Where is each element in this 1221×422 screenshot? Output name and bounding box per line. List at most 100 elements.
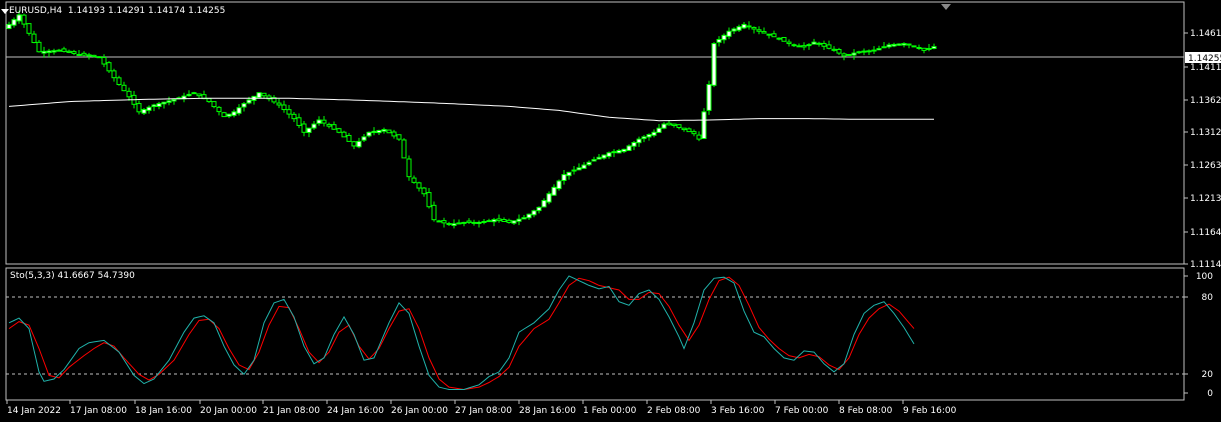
- bull-candle: [596, 156, 602, 160]
- bear-candle: [841, 53, 847, 57]
- symbol-timeframe: EURUSD,H4: [9, 6, 63, 16]
- bull-candle: [611, 151, 617, 154]
- bear-candle: [126, 90, 132, 98]
- bull-candle: [741, 23, 747, 29]
- bull-candle: [571, 169, 577, 172]
- dropdown-triangle-icon[interactable]: [1, 9, 9, 14]
- bull-candle: [806, 44, 812, 47]
- bull-candle: [581, 164, 587, 169]
- bull-candle: [701, 111, 707, 140]
- bull-candle: [41, 50, 47, 54]
- price-tick-label: 1.14110: [1190, 63, 1221, 73]
- bear-candle: [421, 187, 427, 195]
- bear-candle: [61, 48, 67, 52]
- bull-candle: [536, 206, 542, 212]
- bull-candle: [891, 43, 897, 47]
- time-tick-label: 8 Feb 08:00: [839, 406, 893, 416]
- bull-candle: [931, 46, 937, 49]
- bear-candle: [96, 56, 102, 59]
- bear-candle: [216, 106, 222, 113]
- stoch-tick-label: 0: [1207, 389, 1213, 399]
- bull-candle: [576, 167, 582, 171]
- bull-candle: [731, 28, 737, 32]
- bear-candle: [681, 127, 687, 131]
- bull-candle: [511, 220, 517, 224]
- bear-candle: [416, 182, 422, 189]
- bear-candle: [321, 119, 327, 124]
- time-tick-label: 26 Jan 00:00: [391, 406, 448, 416]
- bear-candle: [916, 46, 922, 49]
- bear-candle: [386, 129, 392, 134]
- bull-candle: [256, 92, 262, 99]
- bull-candle: [46, 50, 52, 54]
- time-tick-label: 14 Jan 2022: [7, 406, 61, 416]
- bull-candle: [616, 149, 622, 154]
- price-tick-label: 1.11140: [1190, 260, 1221, 270]
- bull-candle: [241, 103, 247, 108]
- bear-candle: [301, 123, 307, 133]
- chart-header: EURUSD,H4 1.14193 1.14291 1.14174 1.1425…: [9, 6, 225, 16]
- bull-candle: [521, 217, 527, 220]
- bear-candle: [326, 123, 332, 127]
- bull-candle: [226, 113, 232, 117]
- trading-chart[interactable]: 1.14610 1.14110 1.13620 1.13120 1.12630 1.121…: [0, 0, 1221, 422]
- bull-candle: [846, 53, 852, 56]
- bull-candle: [141, 109, 147, 114]
- bull-candle: [306, 127, 312, 133]
- bear-candle: [111, 70, 117, 79]
- bear-candle: [501, 218, 507, 222]
- bear-candle: [86, 54, 92, 57]
- bear-candle: [276, 102, 282, 106]
- bear-candle: [281, 104, 287, 111]
- bull-candle: [901, 43, 907, 46]
- bull-candle: [376, 129, 382, 134]
- bear-candle: [206, 98, 212, 103]
- bull-candle: [661, 123, 667, 129]
- bull-candle: [6, 23, 12, 30]
- time-tick-label: 20 Jan 00:00: [200, 406, 257, 416]
- bear-candle: [666, 122, 672, 126]
- bear-candle: [746, 25, 752, 28]
- bear-candle: [496, 218, 502, 222]
- bull-candle: [591, 159, 597, 162]
- bear-candle: [686, 128, 692, 133]
- bull-candle: [236, 107, 242, 114]
- bull-candle: [551, 186, 557, 196]
- bear-candle: [816, 42, 822, 45]
- bear-candle: [921, 47, 927, 51]
- bear-candle: [346, 134, 352, 142]
- bull-candle: [151, 104, 157, 108]
- bull-candle: [76, 53, 82, 56]
- bear-candle: [396, 134, 402, 140]
- time-tick-label: 18 Jan 16:00: [135, 406, 192, 416]
- stochastic-header: Sto(5,3,3) 41.6667 54.7390: [10, 271, 135, 281]
- bear-candle: [776, 37, 782, 40]
- bull-candle: [186, 93, 192, 97]
- bull-candle: [356, 140, 362, 148]
- bull-candle: [161, 101, 167, 105]
- bull-candle: [556, 180, 562, 190]
- bear-candle: [441, 220, 447, 224]
- bull-candle: [726, 30, 732, 37]
- bear-candle: [296, 117, 302, 126]
- bull-candle: [526, 213, 532, 219]
- bear-candle: [826, 44, 832, 49]
- bear-candle: [676, 124, 682, 129]
- bear-candle: [341, 131, 347, 138]
- bear-candle: [221, 112, 227, 118]
- bull-candle: [11, 19, 17, 26]
- bull-candle: [886, 44, 892, 48]
- bull-candle: [876, 48, 882, 51]
- price-tick-label: 1.13620: [1190, 96, 1221, 106]
- bear-candle: [781, 36, 787, 42]
- bear-candle: [861, 50, 867, 53]
- stoch-tick-label: 80: [1202, 293, 1214, 303]
- bear-candle: [836, 48, 842, 54]
- bear-candle: [801, 45, 807, 48]
- bull-candle: [516, 218, 522, 222]
- bull-candle: [51, 50, 57, 53]
- bull-candle: [646, 134, 652, 138]
- bull-candle: [566, 171, 572, 177]
- bull-candle: [311, 123, 317, 129]
- bull-candle: [651, 131, 657, 136]
